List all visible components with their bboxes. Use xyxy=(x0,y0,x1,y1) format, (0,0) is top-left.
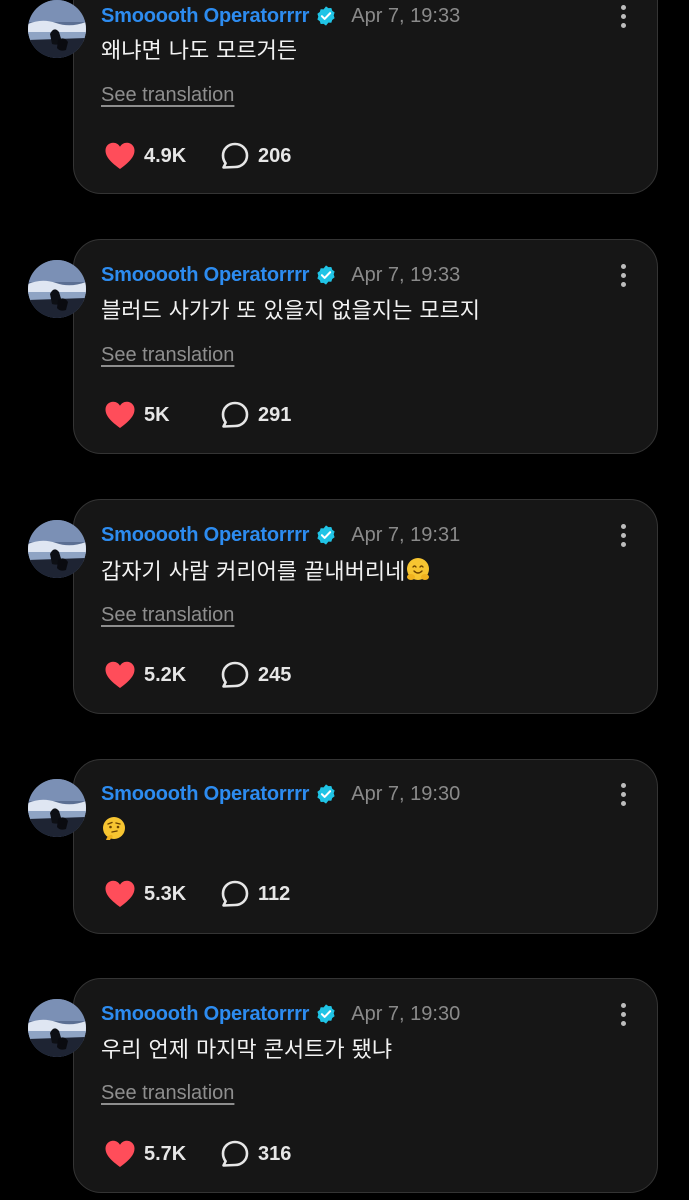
like-count: 5.3K xyxy=(144,882,187,905)
more-vertical-icon[interactable] xyxy=(612,780,634,808)
post-text: 갑자기 사람 커리어를 끝내버리네 xyxy=(101,560,406,585)
see-translation-link[interactable]: See translation xyxy=(101,344,234,367)
more-vertical-icon[interactable] xyxy=(612,521,634,549)
heart-icon xyxy=(104,660,136,690)
timestamp: Apr 7, 19:33 xyxy=(351,263,461,286)
post-actions: 4.9K 206 xyxy=(104,138,291,174)
reply-count: 291 xyxy=(258,403,292,426)
reply-count: 112 xyxy=(258,882,291,905)
post-header: Smooooth Operatorrrr Apr 7, 19:33 xyxy=(101,261,460,289)
avatar[interactable] xyxy=(28,779,86,837)
like-count: 5K xyxy=(144,403,170,426)
post-header: Smooooth Operatorrrr Apr 7, 19:30 xyxy=(101,1000,460,1028)
post-actions: 5K 291 xyxy=(104,397,291,433)
more-vertical-icon[interactable] xyxy=(612,261,634,289)
like-button[interactable]: 5.7K xyxy=(104,1139,220,1169)
post-text: 우리 언제 마지막 콘서트가 됐냐 xyxy=(101,1038,393,1063)
more-vertical-icon[interactable] xyxy=(612,2,634,30)
reply-button[interactable]: 245 xyxy=(220,660,291,690)
verified-badge-icon xyxy=(315,1003,337,1025)
timestamp: Apr 7, 19:33 xyxy=(351,4,461,27)
heart-icon xyxy=(104,1139,136,1169)
like-count: 5.2K xyxy=(144,663,187,686)
username-link[interactable]: Smooooth Operatorrrr xyxy=(101,1003,309,1026)
verified-badge-icon xyxy=(315,783,337,805)
verified-badge-icon xyxy=(315,5,337,27)
reply-button[interactable]: 112 xyxy=(220,879,290,909)
like-count: 5.7K xyxy=(144,1142,187,1165)
post-text: 왜냐면 나도 모르거든 xyxy=(101,39,298,64)
speech-bubble-icon xyxy=(220,660,250,690)
avatar[interactable] xyxy=(28,0,86,58)
hugging-face-emoji-icon xyxy=(405,557,431,583)
avatar[interactable] xyxy=(28,260,86,318)
timestamp: Apr 7, 19:31 xyxy=(351,523,461,546)
see-translation-link[interactable]: See translation xyxy=(101,604,234,627)
reply-button[interactable]: 316 xyxy=(220,1139,291,1169)
speech-bubble-icon xyxy=(220,141,250,171)
post-text: 블러드 사가가 또 있을지 없을지는 모르지 xyxy=(101,299,481,324)
heart-icon xyxy=(104,141,136,171)
verified-badge-icon xyxy=(315,524,337,546)
reply-button[interactable]: 206 xyxy=(220,141,291,171)
avatar[interactable] xyxy=(28,999,86,1057)
reply-count: 245 xyxy=(258,663,292,686)
timestamp: Apr 7, 19:30 xyxy=(351,782,461,805)
post-header: Smooooth Operatorrrr Apr 7, 19:31 xyxy=(101,521,460,549)
post-actions: 5.7K 316 xyxy=(104,1136,291,1172)
post-text-row: 갑자기 사람 커리어를 끝내버리네 xyxy=(101,557,431,588)
like-button[interactable]: 4.9K xyxy=(104,141,220,171)
heart-icon xyxy=(104,879,136,909)
username-link[interactable]: Smooooth Operatorrrr xyxy=(101,5,309,28)
see-translation-link[interactable]: See translation xyxy=(101,84,234,107)
speech-bubble-icon xyxy=(220,1139,250,1169)
thinking-face-emoji-icon xyxy=(101,816,127,842)
verified-badge-icon xyxy=(315,264,337,286)
username-link[interactable]: Smooooth Operatorrrr xyxy=(101,524,309,547)
see-translation-link[interactable]: See translation xyxy=(101,1082,234,1105)
username-link[interactable]: Smooooth Operatorrrr xyxy=(101,783,309,806)
post-header: Smooooth Operatorrrr Apr 7, 19:30 xyxy=(101,780,460,808)
like-button[interactable]: 5.2K xyxy=(104,660,220,690)
post-text-row xyxy=(101,816,127,847)
like-button[interactable]: 5.3K xyxy=(104,879,220,909)
post-actions: 5.3K 112 xyxy=(104,876,290,912)
reply-button[interactable]: 291 xyxy=(220,400,291,430)
reply-count: 316 xyxy=(258,1142,292,1165)
more-vertical-icon[interactable] xyxy=(612,1000,634,1028)
timestamp: Apr 7, 19:30 xyxy=(351,1002,461,1025)
speech-bubble-icon xyxy=(220,400,250,430)
post-actions: 5.2K 245 xyxy=(104,657,291,693)
like-button[interactable]: 5K xyxy=(104,400,220,430)
like-count: 4.9K xyxy=(144,144,187,167)
username-link[interactable]: Smooooth Operatorrrr xyxy=(101,264,309,287)
speech-bubble-icon xyxy=(220,879,250,909)
heart-icon xyxy=(104,400,136,430)
avatar[interactable] xyxy=(28,520,86,578)
post-header: Smooooth Operatorrrr Apr 7, 19:33 xyxy=(101,2,460,30)
reply-count: 206 xyxy=(258,144,292,167)
